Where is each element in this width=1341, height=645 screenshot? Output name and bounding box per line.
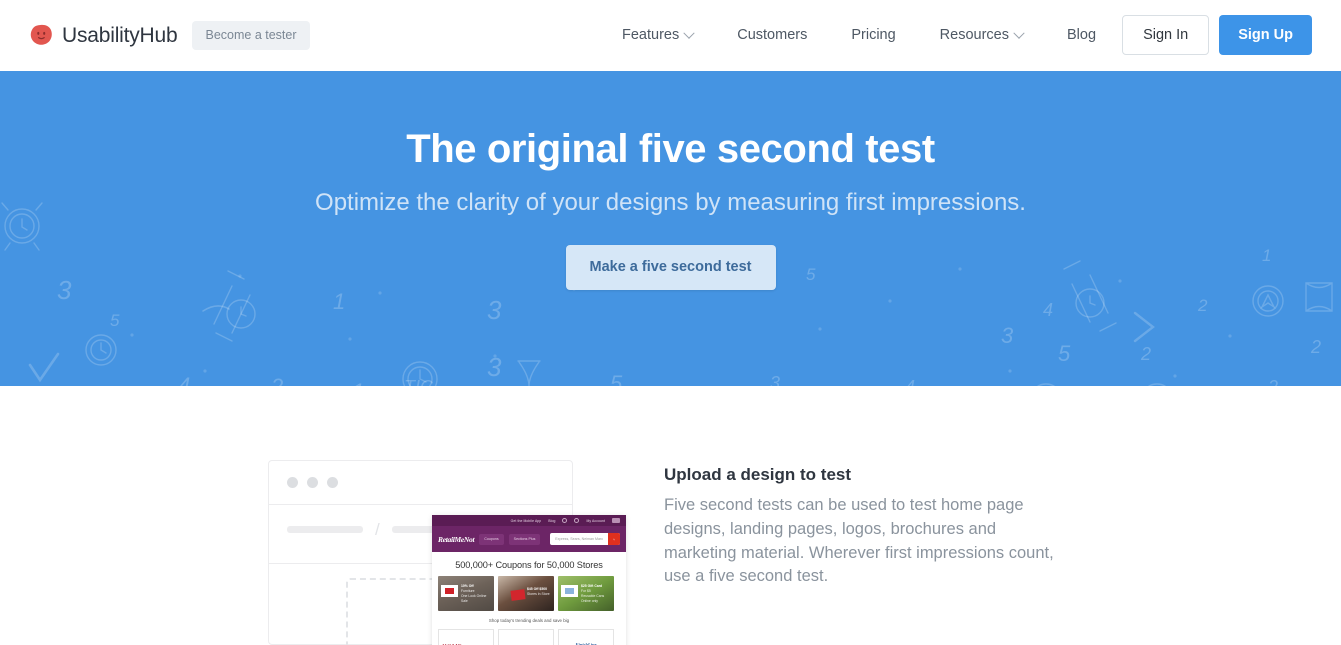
svg-text:4: 4	[178, 373, 190, 386]
become-a-tester-badge[interactable]: Become a tester	[192, 21, 309, 50]
browser-mockup-illustration: / Get the Mobile App Blog My Account	[268, 460, 573, 645]
svg-text:1: 1	[333, 289, 345, 314]
svg-text:TIC: TIC	[404, 377, 434, 386]
deal-line1: Stores In Store	[527, 592, 552, 597]
store-logo-home: HOME DECOR STUDIO	[442, 635, 489, 645]
rmn-nav-coupons[interactable]: Coupons	[479, 534, 503, 545]
nav-label-customers: Customers	[737, 0, 807, 71]
nav-item-features[interactable]: Features	[600, 0, 715, 71]
browser-dot-yellow-icon	[307, 477, 318, 488]
store-logo-badge	[510, 589, 525, 600]
hero-section: 3 5 2 TIC 4 5 2 1 1 4 TIC 3 3 4 5 5 4 3 …	[0, 71, 1341, 386]
svg-text:5: 5	[110, 311, 120, 330]
usabilityhub-logo-icon[interactable]	[30, 24, 53, 47]
deal-text: 10% Off Furniture One Look Online Sale	[461, 584, 492, 604]
browser-dot-green-icon	[327, 477, 338, 488]
hero-title: The original five second test	[0, 127, 1341, 171]
svg-text:2: 2	[1197, 296, 1208, 315]
feature-section: Upload a design to test Five second test…	[0, 386, 1341, 645]
deal-card[interactable]: 10% Off Furniture One Look Online Sale	[438, 576, 494, 611]
svg-text:2: 2	[1310, 337, 1321, 357]
primary-navigation: Features Customers Pricing Resources Blo…	[600, 0, 1118, 71]
nav-label-blog: Blog	[1067, 0, 1096, 71]
nav-label-pricing: Pricing	[851, 0, 895, 71]
nav-label-features: Features	[622, 0, 679, 71]
rmn-utility-bar: Get the Mobile App Blog My Account	[432, 515, 626, 526]
nav-item-resources[interactable]: Resources	[918, 0, 1045, 71]
store-card[interactable]: OFFICIAL Pizza Hut	[498, 629, 554, 645]
svg-text:3: 3	[770, 373, 780, 386]
svg-text:3: 3	[1001, 323, 1014, 348]
rmn-search-box[interactable]: Express, Sears, Neiman Marc	[550, 533, 620, 545]
star-icon	[562, 518, 567, 523]
rmn-headline: 500,000+ Coupons for 50,000 Stores	[432, 552, 626, 576]
hero-content: The original five second test Optimize t…	[0, 71, 1341, 290]
svg-text:3: 3	[487, 352, 502, 382]
rmn-main-nav: RetailMeNot Coupons Sections Plus Expres…	[432, 526, 626, 552]
auth-buttons: Sign In Sign Up	[1122, 15, 1312, 55]
store-logo-badge	[441, 585, 458, 597]
store-card[interactable]: FinishLine	[558, 629, 614, 645]
brand-name: UsabilityHub	[62, 24, 177, 48]
hero-subtitle: Optimize the clarity of your designs by …	[0, 186, 1341, 219]
deal-text: $45 Off $500 Stores In Store	[527, 587, 552, 597]
make-a-five-second-test-button[interactable]: Make a five second test	[566, 245, 776, 290]
svg-text:5: 5	[610, 371, 623, 386]
feature-body: Five second tests can be used to test ho…	[664, 494, 1064, 589]
country-flag-icon[interactable]	[612, 518, 620, 523]
rmn-topbar-link-blog[interactable]: Blog	[548, 519, 555, 523]
svg-text:2: 2	[1140, 344, 1151, 364]
deal-line3: Online only	[581, 599, 612, 604]
rmn-subline: Shop today's trending deals and save big	[432, 611, 626, 629]
deal-card[interactable]: $45 Off $500 Stores In Store	[498, 576, 554, 611]
svg-text:2: 2	[270, 374, 283, 386]
browser-chrome-bar	[269, 461, 572, 505]
store-logo-badge	[561, 585, 578, 597]
deal-card[interactable]: $25 Gift Card For $5 Reusable Cans Onlin…	[558, 576, 614, 611]
svg-text:2: 2	[1267, 377, 1278, 386]
skeleton-bar	[287, 526, 363, 533]
browser-dot-red-icon	[287, 477, 298, 488]
breadcrumb-separator: /	[375, 521, 380, 538]
nav-item-customers[interactable]: Customers	[715, 0, 829, 71]
nav-label-resources: Resources	[940, 0, 1009, 71]
sign-in-button[interactable]: Sign In	[1122, 15, 1209, 55]
feature-copy: Upload a design to test Five second test…	[664, 465, 1064, 589]
svg-text:5: 5	[1058, 341, 1071, 366]
sign-up-button[interactable]: Sign Up	[1219, 15, 1312, 55]
feature-title: Upload a design to test	[664, 465, 1064, 485]
rmn-nav-sections[interactable]: Sections Plus	[509, 534, 541, 545]
svg-text:3: 3	[487, 295, 502, 325]
rmn-topbar-link-my-account[interactable]: My Account	[586, 519, 605, 523]
deal-text: $25 Gift Card For $5 Reusable Cans Onlin…	[581, 584, 612, 604]
nav-item-pricing[interactable]: Pricing	[829, 0, 917, 71]
brand-area[interactable]: UsabilityHub Become a tester	[30, 21, 310, 50]
store-logo-finishline: FinishLine	[575, 642, 596, 645]
svg-text:4: 4	[1043, 300, 1053, 320]
site-header: UsabilityHub Become a tester Features Cu…	[0, 0, 1341, 71]
deal-line3: Sale	[461, 599, 492, 604]
store-card[interactable]: HOME DECOR STUDIO	[438, 629, 494, 645]
retailmenot-screenshot: Get the Mobile App Blog My Account Retai…	[432, 515, 626, 645]
rmn-topbar-link-mobile-app[interactable]: Get the Mobile App	[511, 519, 542, 523]
rmn-store-cards: HOME DECOR STUDIO OFFICIAL Pizza Hut Fin…	[432, 629, 626, 645]
chevron-down-icon	[684, 27, 695, 38]
store-logo-pizzahut: OFFICIAL Pizza Hut	[508, 635, 544, 645]
search-icon[interactable]	[608, 533, 620, 545]
landing-page: UsabilityHub Become a tester Features Cu…	[0, 0, 1341, 645]
rmn-deal-cards: 10% Off Furniture One Look Online Sale $…	[432, 576, 626, 611]
svg-text:4: 4	[905, 377, 915, 386]
chevron-down-icon	[1013, 27, 1024, 38]
retailmenot-logo[interactable]: RetailMeNot	[438, 535, 474, 544]
rmn-search-placeholder: Express, Sears, Neiman Marc	[550, 537, 608, 541]
help-icon	[574, 518, 579, 523]
svg-text:1: 1	[352, 379, 364, 386]
nav-item-blog[interactable]: Blog	[1045, 0, 1118, 71]
